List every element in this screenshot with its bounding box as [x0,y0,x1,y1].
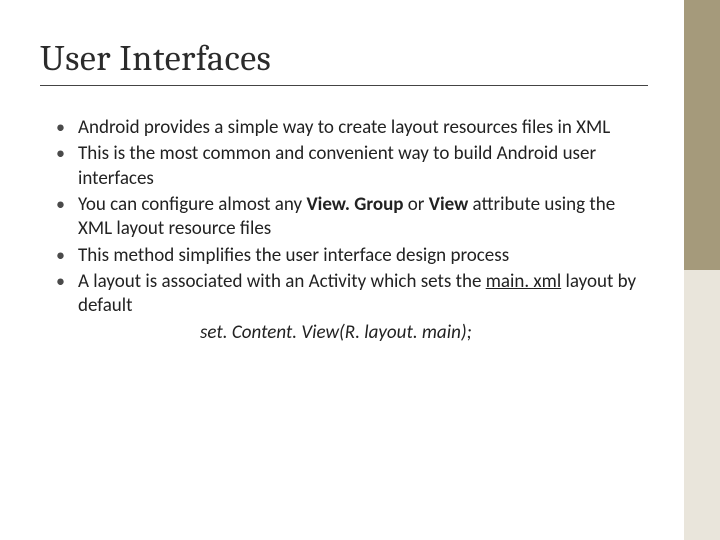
bullet-text: or [403,193,428,216]
bold-text: View [429,193,469,216]
code-line: set. Content. View(R. layout. main); [0,321,684,344]
slide-content: User Interfaces Android provides a simpl… [0,0,684,540]
bullet-text: Android provides a simple way to create … [78,116,610,139]
bullet-list: Android provides a simple way to create … [56,116,644,319]
bullet-item: This method simplifies the user interfac… [56,244,644,268]
accent-bar-top [684,0,720,270]
underline-text: main. xml [486,270,561,293]
bullet-text: This is the most common and convenient w… [78,142,596,189]
bold-text: View. Group [306,193,403,216]
bullet-item: Android provides a simple way to create … [56,116,644,140]
bullet-text: You can configure almost any [78,193,306,216]
slide-title: User Interfaces [40,38,684,79]
bullet-item: A layout is associated with an Activity … [56,270,644,319]
bullet-text: A layout is associated with an Activity … [78,270,486,293]
bullet-item: This is the most common and convenient w… [56,142,644,191]
bullet-item: You can configure almost any View. Group… [56,193,644,242]
accent-bar-bottom [684,270,720,540]
title-underline [40,85,648,86]
code-text: set. Content. View(R. layout. main); [200,321,472,344]
bullet-text: This method simplifies the user interfac… [78,244,509,267]
accent-bar [684,0,720,540]
